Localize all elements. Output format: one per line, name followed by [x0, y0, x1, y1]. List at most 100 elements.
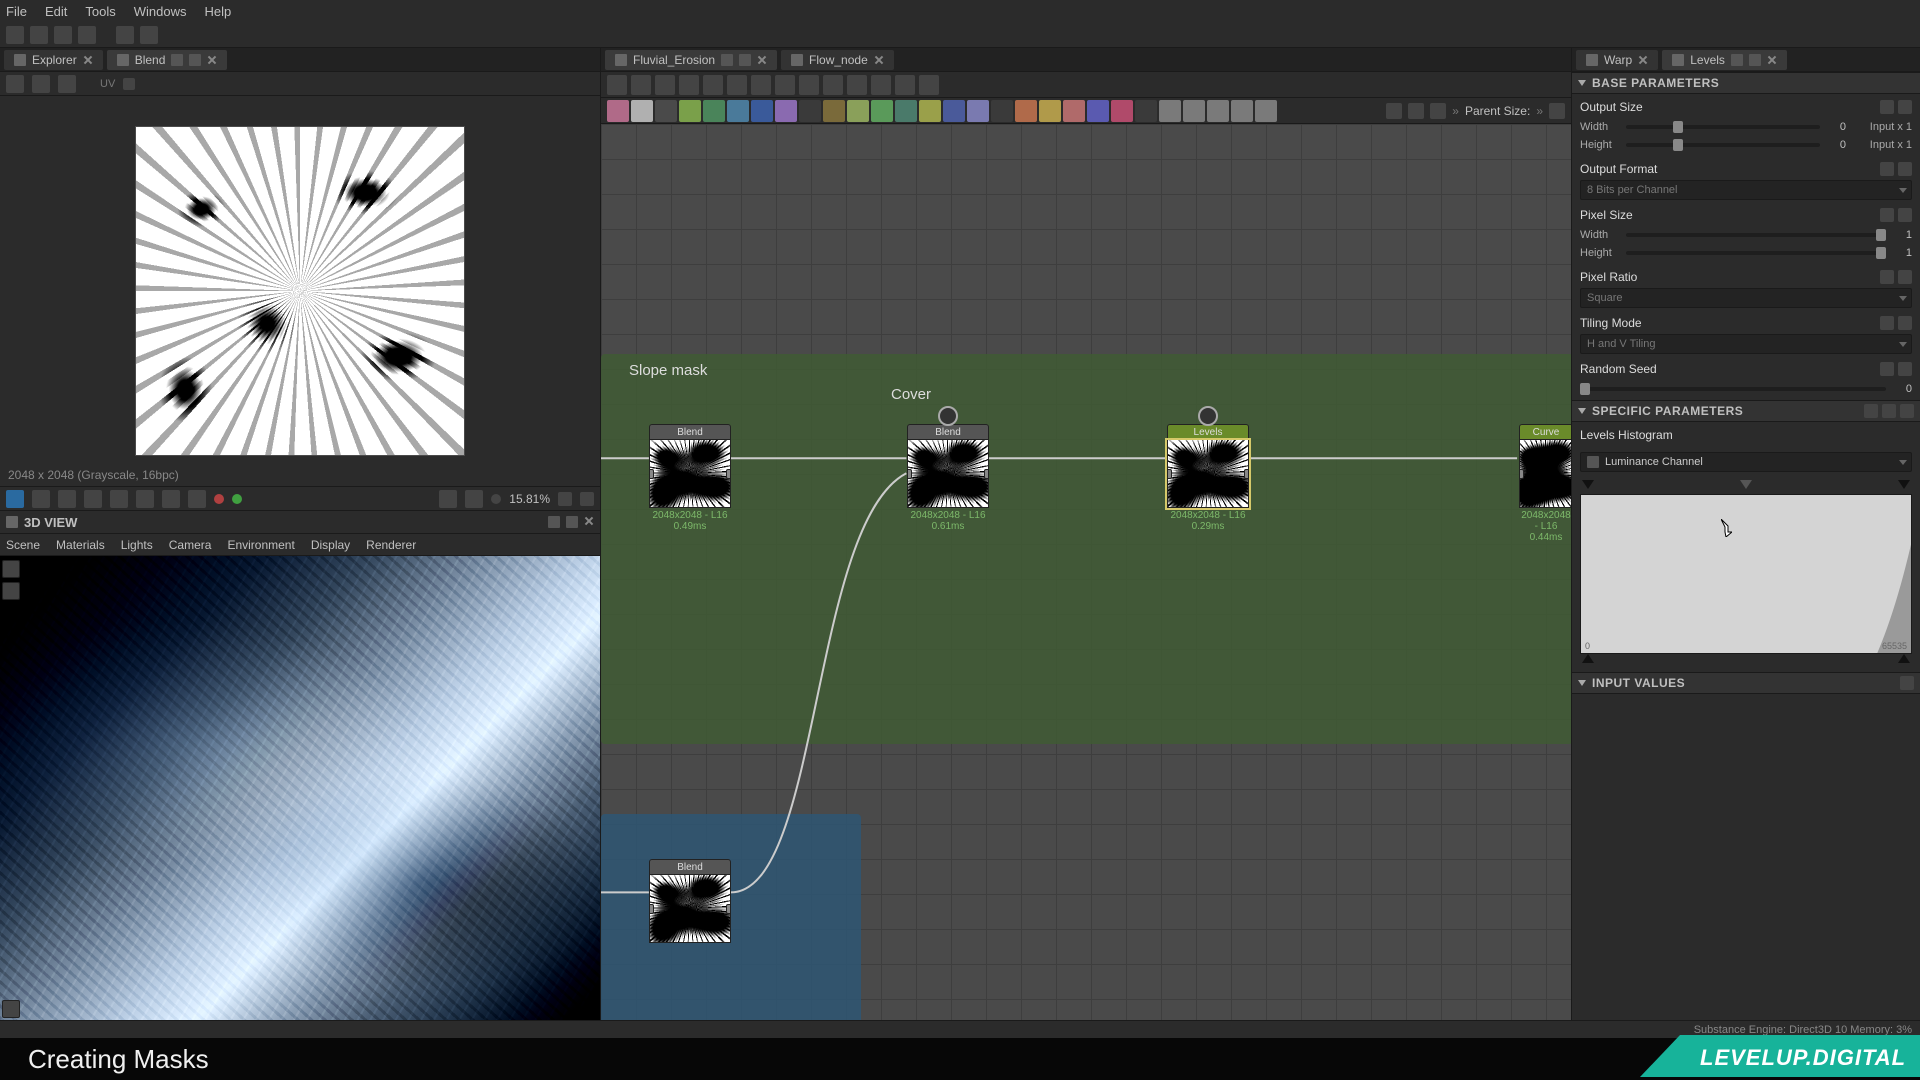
palette-swatch[interactable]: [799, 100, 821, 122]
undo-icon[interactable]: [116, 26, 134, 44]
dot-icon[interactable]: [491, 494, 501, 504]
crosshair-icon[interactable]: [439, 490, 457, 508]
reset-icon[interactable]: [1898, 162, 1912, 176]
palette-swatch[interactable]: [703, 100, 725, 122]
compare-icon[interactable]: [58, 75, 76, 93]
tab-materials[interactable]: Materials: [56, 538, 105, 552]
fit-icon[interactable]: [727, 75, 747, 95]
tab-environment[interactable]: Environment: [227, 538, 294, 552]
palette-swatch[interactable]: [919, 100, 941, 122]
info-icon[interactable]: [136, 490, 154, 508]
list-icon[interactable]: [775, 75, 795, 95]
palette-swatch[interactable]: [871, 100, 893, 122]
grid-icon[interactable]: [84, 490, 102, 508]
move-icon[interactable]: [631, 75, 651, 95]
tab-display[interactable]: Display: [311, 538, 350, 552]
save-icon[interactable]: [54, 26, 72, 44]
palette-swatch[interactable]: [847, 100, 869, 122]
popout-icon[interactable]: [566, 516, 578, 528]
reset-icon[interactable]: [1898, 316, 1912, 330]
node-input[interactable]: [649, 904, 654, 914]
tab-flow-node[interactable]: Flow_node: [781, 50, 894, 70]
menu-file[interactable]: File: [6, 4, 27, 19]
target-icon[interactable]: [465, 490, 483, 508]
node-output[interactable]: [984, 469, 989, 479]
preset-icon[interactable]: [1882, 404, 1896, 418]
histogram-icon[interactable]: [162, 490, 180, 508]
input-white-handle[interactable]: [1898, 480, 1910, 489]
dropdown-tiling-mode[interactable]: H and V Tiling: [1580, 334, 1912, 354]
redo-icon[interactable]: [140, 26, 158, 44]
close-icon[interactable]: [1767, 55, 1777, 65]
expose-icon[interactable]: [1880, 270, 1894, 284]
align-icon[interactable]: [751, 75, 771, 95]
expose-icon[interactable]: [1880, 162, 1894, 176]
palette-swatch[interactable]: [1087, 100, 1109, 122]
palette-swatch[interactable]: [1111, 100, 1133, 122]
light-icon[interactable]: [2, 582, 20, 600]
select-icon[interactable]: [607, 75, 627, 95]
tab-warp[interactable]: Warp: [1576, 50, 1658, 70]
zoom-icon[interactable]: [703, 75, 723, 95]
frame-blue[interactable]: [601, 814, 861, 1020]
slider-px-height[interactable]: [1626, 251, 1886, 255]
reset-icon[interactable]: [1898, 270, 1912, 284]
palette-swatch[interactable]: [943, 100, 965, 122]
node-curve[interactable]: Curve 2048x2048 - L160.44ms: [1519, 424, 1571, 543]
add-icon[interactable]: [1900, 676, 1914, 690]
close-icon[interactable]: [1638, 55, 1648, 65]
frame-slope-mask[interactable]: Slope mask: [601, 354, 1571, 744]
dropdown-channel[interactable]: Luminance Channel: [1580, 452, 1912, 472]
node-levels[interactable]: Levels 2048x2048 - L160.29ms: [1167, 424, 1249, 532]
tab-fluvial-erosion[interactable]: Fluvial_Erosion: [605, 50, 777, 70]
menu-help[interactable]: Help: [204, 4, 231, 19]
reset-icon[interactable]: [1898, 362, 1912, 376]
palette-swatch[interactable]: [1183, 100, 1205, 122]
palette-icon[interactable]: [1430, 103, 1446, 119]
palette-swatch[interactable]: [631, 100, 653, 122]
expose-icon[interactable]: [1880, 100, 1894, 114]
copy-icon[interactable]: [32, 75, 50, 93]
slider-height[interactable]: [1626, 143, 1820, 147]
save-all-icon[interactable]: [78, 26, 96, 44]
palette-swatch[interactable]: [727, 100, 749, 122]
pin-icon[interactable]: [721, 54, 733, 66]
close-icon[interactable]: [874, 55, 884, 65]
reset-icon[interactable]: [1898, 100, 1912, 114]
tab-blend[interactable]: Blend: [107, 50, 228, 70]
pin-icon[interactable]: [171, 54, 183, 66]
tab-levels[interactable]: Levels: [1662, 50, 1787, 70]
dropdown-pixel-ratio[interactable]: Square: [1580, 288, 1912, 308]
ruler-icon[interactable]: [110, 490, 128, 508]
unlink-icon[interactable]: [823, 75, 843, 95]
menu-windows[interactable]: Windows: [134, 4, 187, 19]
palette-swatch[interactable]: [775, 100, 797, 122]
2d-preview[interactable]: 2048 x 2048 (Grayscale, 16bpc): [0, 96, 600, 486]
slider-random-seed[interactable]: [1580, 387, 1886, 391]
output-white-handle[interactable]: [1898, 654, 1910, 663]
info-icon[interactable]: [679, 75, 699, 95]
palette-swatch[interactable]: [1135, 100, 1157, 122]
section-input-values[interactable]: INPUT VALUES: [1572, 672, 1920, 694]
lock-icon[interactable]: [558, 492, 572, 506]
node-blend[interactable]: Blend: [649, 859, 731, 943]
home-icon[interactable]: [6, 26, 24, 44]
node-input[interactable]: [649, 469, 654, 479]
node-output[interactable]: [726, 469, 731, 479]
levels-histogram[interactable]: 0 65535: [1580, 494, 1912, 654]
popout-icon[interactable]: [1749, 54, 1761, 66]
tab-camera[interactable]: Camera: [169, 538, 212, 552]
gizmo-icon[interactable]: [2, 1000, 20, 1018]
slider-width[interactable]: [1626, 125, 1820, 129]
popout-icon[interactable]: [189, 54, 201, 66]
node-blend[interactable]: Blend 2048x2048 - L160.61ms: [907, 424, 989, 532]
output-black-handle[interactable]: [1582, 654, 1594, 663]
palette-swatch[interactable]: [607, 100, 629, 122]
node-input[interactable]: [1167, 469, 1172, 479]
tab-scene[interactable]: Scene: [6, 538, 40, 552]
edit-icon[interactable]: [871, 75, 891, 95]
node-output[interactable]: [726, 904, 731, 914]
section-specific-parameters[interactable]: SPECIFIC PARAMETERS: [1572, 400, 1920, 422]
palette-swatch[interactable]: [1231, 100, 1253, 122]
palette-swatch[interactable]: [1063, 100, 1085, 122]
